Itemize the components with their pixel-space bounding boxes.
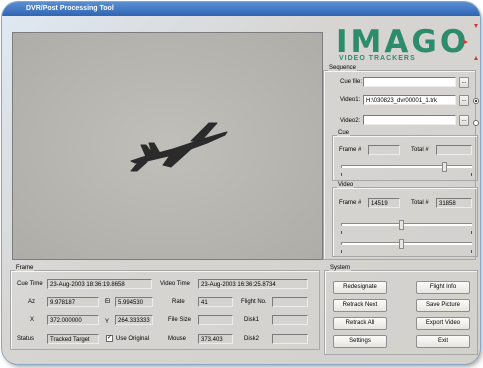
- save-picture-button[interactable]: Save Picture: [416, 299, 470, 312]
- cue-slider-track: [341, 165, 472, 168]
- cue-slider-ticks: [341, 173, 472, 176]
- window-title: DVR/Post Processing Tool: [26, 5, 114, 12]
- rate-field[interactable]: 41: [198, 297, 233, 307]
- cue-time-field[interactable]: 23-Aug-2003 18:36:19.8658: [47, 279, 152, 289]
- title-bar[interactable]: DVR/Post Processing Tool: [2, 2, 480, 16]
- video1-field[interactable]: H:\030823_dvr00001_1.trk: [363, 95, 456, 105]
- video-frame-field[interactable]: 14519: [368, 198, 400, 208]
- video-slider-2-thumb[interactable]: [399, 239, 404, 249]
- video1-browse-button[interactable]: ...: [459, 95, 469, 106]
- video-slider-2[interactable]: [341, 239, 472, 253]
- flight-no-label: Flight No.: [241, 299, 267, 305]
- disk1-label: Disk1: [244, 317, 260, 323]
- video-slider-2-track: [341, 242, 472, 245]
- cue-file-label: Cue file:: [340, 79, 363, 85]
- video2-radio[interactable]: [473, 120, 479, 126]
- video2-browse-button[interactable]: ...: [459, 115, 469, 126]
- mouse-label: Mouse: [168, 336, 187, 342]
- main-window: DVR/Post Processing Tool IMAGO VIDEO TRA…: [2, 2, 480, 364]
- video-slider-2-ticks: [341, 250, 472, 253]
- imago-logo: IMAGO VIDEO TRACKERS: [332, 24, 480, 64]
- video2-label: Video2:: [340, 118, 361, 124]
- video-total-label: Total #: [411, 200, 429, 206]
- file-size-label: File Size: [168, 317, 192, 323]
- use-original-label: Use Original: [116, 336, 150, 342]
- status-field[interactable]: Tracked Target: [47, 334, 99, 344]
- settings-button[interactable]: Settings: [333, 335, 387, 348]
- disk1-field[interactable]: [272, 315, 308, 325]
- rate-label: Rate: [172, 299, 185, 305]
- video-time-field[interactable]: 23-Aug-2003 16:36:25.8734: [198, 279, 308, 289]
- cue-total-label: Total #: [411, 147, 429, 153]
- use-original-checkbox[interactable]: ✓: [106, 335, 113, 342]
- x-field[interactable]: 372.000000: [47, 315, 99, 325]
- aircraft-image: [13, 33, 322, 259]
- video-view[interactable]: [12, 32, 323, 260]
- video-title: Video: [337, 182, 355, 188]
- export-video-button[interactable]: Export Video: [416, 317, 470, 330]
- logo-marker-icon: [464, 24, 478, 60]
- redesignate-button[interactable]: Redesignate: [333, 281, 387, 294]
- sequence-title: Sequence: [328, 65, 358, 71]
- exit-button[interactable]: Exit: [416, 335, 470, 348]
- video-frame-label: Frame #: [339, 200, 362, 206]
- mouse-field[interactable]: 373.403: [198, 334, 233, 344]
- retrack-all-button[interactable]: Retrack All: [333, 317, 387, 330]
- video1-label: Video1:: [340, 97, 361, 103]
- az-label: Az: [28, 299, 36, 305]
- y-label: Y: [105, 319, 110, 325]
- cue-frame-label: Frame #: [339, 147, 362, 153]
- frame-title: Frame: [15, 265, 35, 271]
- el-field[interactable]: 5.994530: [115, 297, 153, 307]
- video1-radio[interactable]: [473, 98, 479, 104]
- cue-time-label: Cue Time: [17, 281, 43, 287]
- el-label: El: [105, 299, 111, 305]
- video-total-field[interactable]: 31858: [436, 198, 472, 208]
- video-slider-1[interactable]: [341, 220, 472, 234]
- y-field[interactable]: 264.333333: [115, 315, 153, 325]
- az-field[interactable]: 9.978187: [47, 297, 99, 307]
- cue-slider[interactable]: [341, 162, 472, 176]
- video-slider-1-thumb[interactable]: [399, 220, 404, 230]
- cue-frame-field[interactable]: [368, 145, 400, 155]
- disk2-field[interactable]: [272, 334, 308, 344]
- x-label: X: [30, 317, 35, 323]
- cue-total-field[interactable]: [436, 145, 472, 155]
- system-title: System: [329, 265, 352, 271]
- cue-file-browse-button[interactable]: ...: [459, 77, 469, 88]
- status-label: Status: [17, 336, 35, 342]
- cue-slider-thumb[interactable]: [442, 162, 447, 172]
- flight-no-field[interactable]: [272, 297, 308, 307]
- flight-info-button[interactable]: Flight Info: [416, 281, 470, 294]
- video-slider-1-track: [341, 223, 472, 226]
- cue-file-field[interactable]: [363, 77, 456, 87]
- video2-field[interactable]: [363, 115, 456, 125]
- disk2-label: Disk2: [244, 336, 260, 342]
- file-size-field[interactable]: [198, 315, 233, 325]
- cue-title: Cue: [337, 130, 351, 136]
- retrack-next-button[interactable]: Retrack Next: [333, 299, 387, 312]
- video-slider-1-ticks: [341, 231, 472, 234]
- video-time-label: Video Time: [160, 281, 190, 287]
